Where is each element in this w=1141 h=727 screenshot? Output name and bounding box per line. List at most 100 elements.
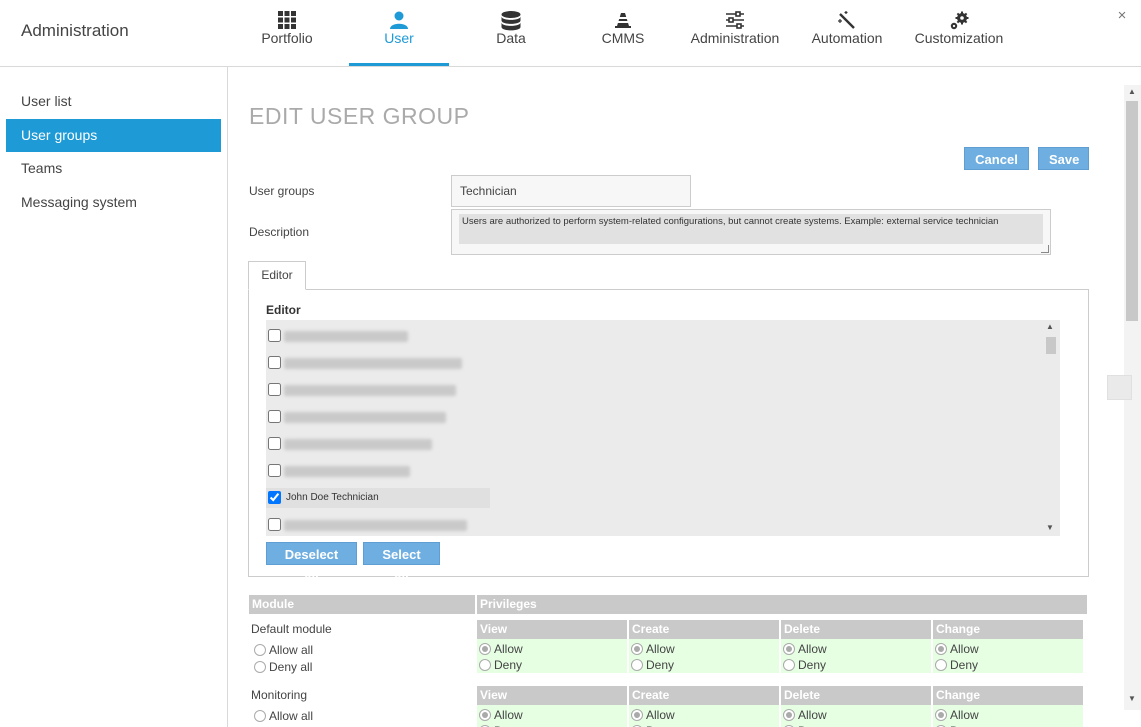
tab-label: User xyxy=(384,30,414,46)
allow-radio[interactable]: Allow xyxy=(783,641,929,657)
list-item[interactable] xyxy=(266,407,490,427)
select-all-button[interactable]: Select all xyxy=(363,542,440,585)
privilege-column-header: Delete xyxy=(781,620,931,639)
deny-radio[interactable]: Deny xyxy=(783,657,929,673)
radio-icon[interactable] xyxy=(631,659,643,671)
radio-label: Allow xyxy=(950,642,979,656)
description-textarea[interactable]: Users are authorized to perform system-r… xyxy=(451,209,1051,255)
tab-editor[interactable]: Editor xyxy=(248,261,306,290)
list-item[interactable] xyxy=(266,326,490,346)
scroll-down-icon[interactable]: ▼ xyxy=(1128,694,1136,703)
sidebar-item-user-groups[interactable]: User groups xyxy=(6,119,221,152)
user-checkbox[interactable] xyxy=(268,518,281,531)
tab-administration[interactable]: Administration xyxy=(683,0,787,66)
editor-panel: Editor John Doe Technician ▲ ▼ Deselect … xyxy=(248,289,1089,585)
tab-portfolio[interactable]: Portfolio xyxy=(248,0,326,66)
tab-automation[interactable]: Automation xyxy=(805,0,889,66)
scroll-down-icon[interactable]: ▼ xyxy=(1046,523,1054,532)
user-checkbox[interactable] xyxy=(268,464,281,477)
sidebar-item-label: Teams xyxy=(21,160,63,176)
list-item[interactable] xyxy=(266,461,490,481)
list-item[interactable] xyxy=(266,353,490,373)
allow-radio[interactable]: Allow xyxy=(631,707,777,723)
list-item[interactable] xyxy=(266,380,490,400)
privilege-column-delete: Delete AllowDeny xyxy=(781,686,931,727)
deny-radio[interactable]: Deny xyxy=(631,723,777,727)
redacted-user-name xyxy=(284,358,462,369)
sidebar-item-messaging-system[interactable]: Messaging system xyxy=(6,186,221,219)
radio-label: Deny all xyxy=(269,660,313,674)
radio-label: Deny xyxy=(798,658,827,672)
privilege-column-header: View xyxy=(477,686,627,705)
scroll-thumb[interactable] xyxy=(1126,101,1138,321)
radio-label: Allow all xyxy=(269,709,314,723)
page-title: EDIT USER GROUP xyxy=(249,103,470,129)
user-group-name-input[interactable]: Technician xyxy=(451,175,691,207)
allow-radio[interactable]: Allow xyxy=(631,641,777,657)
list-item[interactable] xyxy=(266,434,490,454)
radio-icon[interactable] xyxy=(935,643,947,655)
radio-icon[interactable] xyxy=(254,661,266,673)
resize-grip-icon[interactable] xyxy=(1041,245,1049,253)
allow-radio[interactable]: Allow xyxy=(935,641,1081,657)
radio-icon[interactable] xyxy=(631,709,643,721)
road-cone-icon xyxy=(595,0,651,30)
user-checkbox[interactable] xyxy=(268,437,281,450)
deny-radio[interactable]: Deny xyxy=(935,723,1081,727)
user-checkbox[interactable] xyxy=(268,410,281,423)
scroll-up-icon[interactable]: ▲ xyxy=(1046,322,1054,331)
database-icon xyxy=(480,0,542,31)
scroll-thumb[interactable] xyxy=(1046,337,1056,354)
allow-radio[interactable]: Allow xyxy=(935,707,1081,723)
radio-icon[interactable] xyxy=(631,643,643,655)
privilege-column-delete: Delete AllowDeny xyxy=(781,620,931,673)
module-header: Module xyxy=(249,595,475,614)
radio-label: Deny xyxy=(950,658,979,672)
close-icon: × xyxy=(1117,7,1127,24)
sidebar-item-teams[interactable]: Teams xyxy=(6,152,221,185)
deny-radio[interactable]: Deny xyxy=(935,657,1081,673)
user-checkbox[interactable] xyxy=(268,491,281,504)
allow-radio[interactable]: Allow xyxy=(783,707,929,723)
deny-radio[interactable]: Deny xyxy=(783,723,929,727)
user-checkbox[interactable] xyxy=(268,383,281,396)
tab-data[interactable]: Data xyxy=(480,0,542,66)
editor-user-list[interactable]: John Doe Technician ▲ ▼ xyxy=(266,320,1060,536)
allow-radio[interactable]: Allow xyxy=(479,707,625,723)
radio-icon[interactable] xyxy=(254,644,266,656)
list-item[interactable]: John Doe Technician xyxy=(266,488,490,508)
allow-radio[interactable]: Allow xyxy=(479,641,625,657)
deny-radio[interactable]: Deny xyxy=(479,657,625,673)
close-button[interactable]: × xyxy=(1114,8,1130,24)
sidebar: User list User groups Teams Messaging sy… xyxy=(0,67,228,727)
user-checkbox[interactable] xyxy=(268,356,281,369)
floating-handle[interactable] xyxy=(1107,375,1132,400)
privilege-column-header: Delete xyxy=(781,686,931,705)
deny-radio[interactable]: Deny xyxy=(479,723,625,727)
allow-all-radio[interactable]: Allow all xyxy=(254,642,313,658)
radio-icon[interactable] xyxy=(935,709,947,721)
radio-icon[interactable] xyxy=(935,659,947,671)
tab-customization[interactable]: Customization xyxy=(907,0,1011,66)
user-checkbox[interactable] xyxy=(268,329,281,342)
allow-all-radio[interactable]: Allow all xyxy=(254,708,313,724)
radio-icon[interactable] xyxy=(479,659,491,671)
save-button[interactable]: Save xyxy=(1038,147,1089,170)
radio-icon[interactable] xyxy=(254,710,266,722)
radio-icon[interactable] xyxy=(479,643,491,655)
sidebar-item-user-list[interactable]: User list xyxy=(6,85,221,118)
list-scrollbar[interactable]: ▲ ▼ xyxy=(1042,320,1060,536)
deselect-all-button[interactable]: Deselect all xyxy=(266,542,357,585)
scroll-up-icon[interactable]: ▲ xyxy=(1128,87,1136,96)
radio-icon[interactable] xyxy=(783,709,795,721)
radio-icon[interactable] xyxy=(479,709,491,721)
tab-cmms[interactable]: CMMS xyxy=(595,0,651,66)
radio-icon[interactable] xyxy=(783,643,795,655)
deny-radio[interactable]: Deny xyxy=(631,657,777,673)
tab-user[interactable]: User xyxy=(349,0,449,66)
list-item[interactable] xyxy=(266,515,490,535)
deny-all-radio[interactable]: Deny all xyxy=(254,659,312,675)
cancel-button[interactable]: Cancel xyxy=(964,147,1029,170)
radio-icon[interactable] xyxy=(783,659,795,671)
main-content: EDIT USER GROUP Cancel Save User groups … xyxy=(229,67,1141,727)
